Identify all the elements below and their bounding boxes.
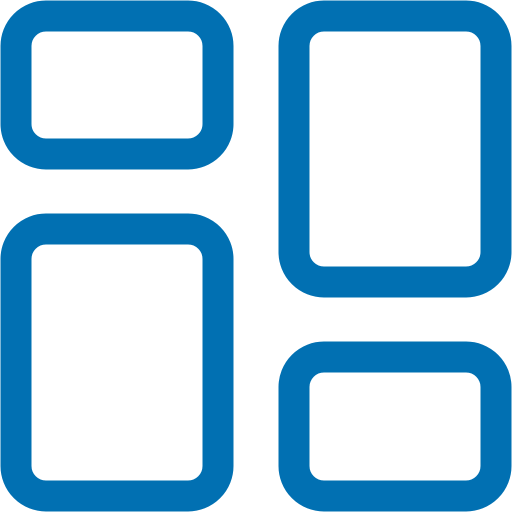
bottom-left-panel xyxy=(0,213,234,512)
layout-grid-svg xyxy=(0,0,512,512)
top-left-panel xyxy=(0,0,234,170)
top-right-panel xyxy=(278,0,512,298)
bottom-right-panel xyxy=(278,341,512,512)
dashboard-layout-icon xyxy=(0,0,512,512)
